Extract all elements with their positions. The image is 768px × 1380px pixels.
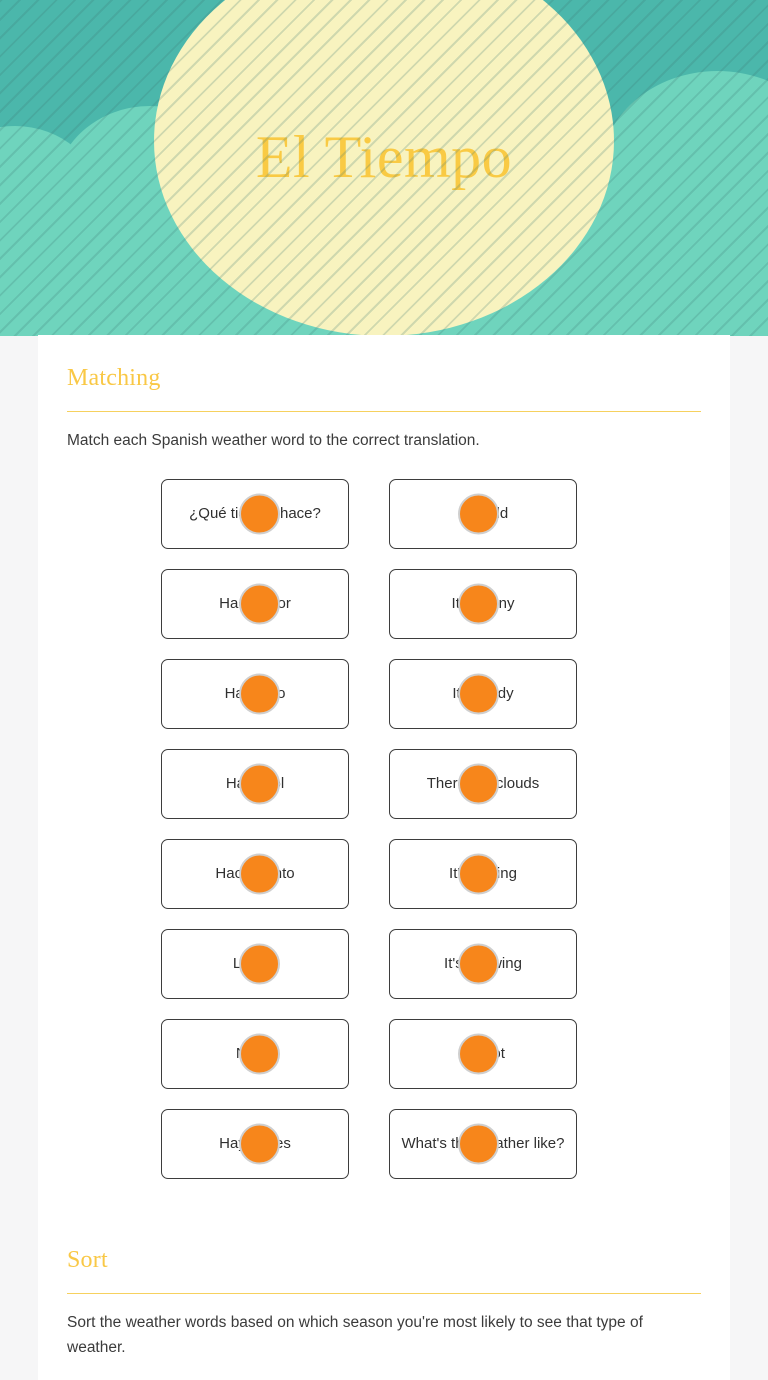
section-divider [67, 410, 701, 412]
matching-left-cell: Nieva [67, 1019, 353, 1090]
matching-right-cell: There are clouds [385, 749, 671, 820]
match-connector-dot-icon[interactable] [239, 943, 280, 985]
match-connector-dot-icon[interactable] [458, 493, 499, 535]
matching-right-cell: It's raining [385, 839, 671, 910]
sort-instructions: Sort the weather words based on which se… [67, 1313, 643, 1357]
matching-section-title: Matching [67, 365, 161, 391]
matching-right-cell: It's cold [385, 479, 671, 550]
match-connector-dot-icon[interactable] [458, 943, 499, 985]
match-connector-dot-icon[interactable] [239, 673, 280, 715]
matching-left-cell: ¿Qué tiempo hace? [67, 479, 353, 550]
match-connector-dot-icon[interactable] [239, 853, 280, 895]
matching-left-cell: Hace sol [67, 749, 353, 820]
match-connector-dot-icon[interactable] [458, 853, 499, 895]
match-connector-dot-icon[interactable] [458, 1123, 499, 1165]
matching-left-cell: Hace calor [67, 569, 353, 640]
sort-section: Sort Sort the weather words based on whi… [67, 1247, 701, 1380]
matching-instructions: Match each Spanish weather word to the c… [67, 431, 480, 449]
matching-right-cell: It's windy [385, 659, 671, 730]
matching-row: Llueve It's snowing [67, 919, 701, 1009]
matching-left-cell: Hace viento [67, 839, 353, 910]
matching-row: Hace viento It's raining [67, 829, 701, 919]
matching-row: ¿Qué tiempo hace? It's cold [67, 469, 701, 559]
matching-section: Matching Match each Spanish weather word… [67, 365, 701, 1189]
matching-right-cell: What's the weather like? [385, 1109, 671, 1180]
match-connector-dot-icon[interactable] [239, 583, 280, 625]
matching-row: Hace calor It's sunny [67, 559, 701, 649]
matching-right-cell: It's sunny [385, 569, 671, 640]
sort-section-title: Sort [67, 1247, 108, 1274]
matching-left-cell: Llueve [67, 929, 353, 1000]
worksheet-content-panel: Matching Match each Spanish weather word… [38, 335, 730, 1380]
match-connector-dot-icon[interactable] [458, 1033, 499, 1075]
matching-right-cell: It's snowing [385, 929, 671, 1000]
match-connector-dot-icon[interactable] [239, 763, 280, 805]
worksheet-page: El Tiempo Matching Match each Spanish we… [0, 0, 768, 1380]
matching-row: Nieva It's hot [67, 1009, 701, 1099]
matching-row: Hace sol There are clouds [67, 739, 701, 829]
match-connector-dot-icon[interactable] [239, 1033, 280, 1075]
match-connector-dot-icon[interactable] [458, 763, 499, 805]
section-divider [67, 1292, 701, 1294]
matching-row: Hay nubes What's the weather like? [67, 1099, 701, 1189]
matching-grid: ¿Qué tiempo hace? It's cold Hace calor It's… [67, 469, 701, 1189]
match-connector-dot-icon[interactable] [458, 673, 499, 715]
matching-right-cell: It's hot [385, 1019, 671, 1090]
matching-row: Hace frío It's windy [67, 649, 701, 739]
match-connector-dot-icon[interactable] [239, 1123, 280, 1165]
matching-left-cell: Hace frío [67, 659, 353, 730]
page-title: El Tiempo [255, 123, 513, 190]
page-header-banner: El Tiempo [0, 0, 768, 336]
match-connector-dot-icon[interactable] [239, 493, 280, 535]
matching-left-cell: Hay nubes [67, 1109, 353, 1180]
match-connector-dot-icon[interactable] [458, 583, 499, 625]
